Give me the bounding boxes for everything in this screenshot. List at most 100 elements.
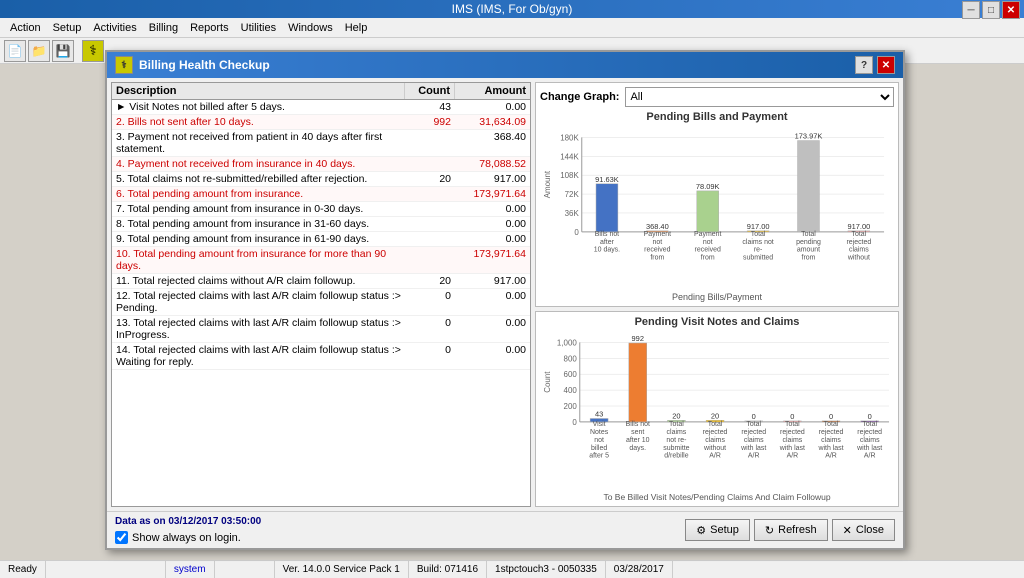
- charts-panel: Change Graph: All Pending Bills Visit No…: [535, 82, 899, 507]
- svg-text:claims: claims: [849, 247, 869, 254]
- dialog-body: Description Count Amount ► Visit Notes n…: [107, 78, 903, 511]
- menu-setup[interactable]: Setup: [47, 18, 88, 37]
- svg-text:Amount: Amount: [543, 170, 552, 198]
- toolbar-btn-4[interactable]: ⚕: [82, 40, 104, 62]
- svg-text:43: 43: [595, 410, 603, 419]
- menu-billing[interactable]: Billing: [143, 18, 184, 37]
- menu-activities[interactable]: Activities: [87, 18, 142, 37]
- status-ready: Ready: [0, 561, 46, 578]
- table-row[interactable]: 9. Total pending amount from insurance i…: [112, 232, 530, 247]
- chart1-svg: 180K144K108K72K36K0Amount91.63KBills not…: [540, 127, 894, 287]
- svg-text:180K: 180K: [560, 133, 579, 142]
- svg-text:rejected: rejected: [846, 239, 871, 246]
- svg-text:108K: 108K: [560, 171, 579, 180]
- table-row[interactable]: 8. Total pending amount from insurance i…: [112, 217, 530, 232]
- table-row[interactable]: ► Visit Notes not billed after 5 days. 4…: [112, 100, 530, 115]
- svg-text:claims: claims: [705, 437, 725, 444]
- menu-utilities[interactable]: Utilities: [235, 18, 282, 37]
- svg-text:20: 20: [711, 411, 719, 420]
- toolbar-btn-2[interactable]: 📁: [28, 40, 50, 62]
- svg-text:claims: claims: [744, 437, 764, 444]
- svg-text:800: 800: [564, 354, 578, 363]
- window-title: IMS (IMS, For Ob/gyn): [452, 2, 573, 16]
- svg-text:claims: claims: [667, 429, 687, 436]
- svg-text:917.00: 917.00: [747, 222, 770, 231]
- menu-reports[interactable]: Reports: [184, 18, 235, 37]
- svg-text:re-: re-: [754, 247, 762, 254]
- svg-text:A/R: A/R: [787, 453, 799, 460]
- svg-text:Total: Total: [708, 421, 723, 428]
- svg-text:91.63K: 91.63K: [595, 175, 619, 184]
- refresh-btn[interactable]: ↻ Refresh: [754, 519, 828, 541]
- minimize-btn[interactable]: ─: [962, 1, 980, 19]
- menu-windows[interactable]: Windows: [282, 18, 339, 37]
- footer-date: Data as on 03/12/2017 03:50:00: [115, 516, 261, 527]
- svg-text:sent: sent: [631, 429, 644, 436]
- svg-text:A/R: A/R: [825, 453, 837, 460]
- svg-text:Total: Total: [746, 421, 761, 428]
- table-row[interactable]: 14. Total rejected claims with last A/R …: [112, 343, 530, 370]
- svg-text:Bills not: Bills not: [595, 231, 619, 238]
- col-count: Count: [405, 83, 455, 99]
- table-row[interactable]: 12. Total rejected claims with last A/R …: [112, 289, 530, 316]
- footer-buttons: ⚙ Setup ↻ Refresh ✕ Close: [685, 519, 895, 541]
- svg-text:0: 0: [572, 418, 577, 427]
- menu-help[interactable]: Help: [339, 18, 374, 37]
- status-version: Ver. 14.0.0 Service Pack 1: [275, 561, 409, 578]
- chart2-container: Pending Visit Notes and Claims 1,0008006…: [535, 311, 899, 507]
- menu-bar: Action Setup Activities Billing Reports …: [0, 18, 1024, 38]
- table-row[interactable]: 7. Total pending amount from insurance i…: [112, 202, 530, 217]
- show-always-checkbox[interactable]: [115, 531, 128, 544]
- svg-text:144K: 144K: [560, 152, 579, 161]
- dialog-close-btn[interactable]: ✕: [877, 56, 895, 74]
- close-icon: ✕: [843, 524, 852, 537]
- svg-text:days.: days.: [629, 445, 646, 452]
- close-window-btn[interactable]: ✕: [1002, 1, 1020, 19]
- setup-btn[interactable]: ⚙ Setup: [685, 519, 750, 541]
- status-build: Build: 071416: [409, 561, 487, 578]
- checkbox-row: Show always on login.: [115, 531, 261, 544]
- table-row[interactable]: 2. Bills not sent after 10 days. 992 31,…: [112, 115, 530, 130]
- dialog-help-btn[interactable]: ?: [855, 56, 873, 74]
- chart1-container: Change Graph: All Pending Bills Visit No…: [535, 82, 899, 307]
- svg-text:0: 0: [868, 412, 872, 421]
- svg-text:from: from: [802, 255, 816, 262]
- close-btn[interactable]: ✕ Close: [832, 519, 895, 541]
- table-row[interactable]: 5. Total claims not re-submitted/rebille…: [112, 172, 530, 187]
- svg-text:submitte: submitte: [663, 445, 689, 452]
- show-always-label: Show always on login.: [132, 532, 241, 544]
- restore-btn[interactable]: □: [982, 1, 1000, 19]
- dialog-icon: ⚕: [115, 56, 133, 74]
- chart2-title: Pending Visit Notes and Claims: [540, 316, 894, 328]
- svg-text:submitted: submitted: [743, 255, 773, 262]
- chart2-svg: 1,0008006004002000Count43VisitNotesnotbi…: [540, 332, 894, 487]
- status-system: system: [166, 561, 215, 578]
- svg-text:not re-: not re-: [666, 437, 686, 444]
- table-row[interactable]: 3. Payment not received from patient in …: [112, 130, 530, 157]
- svg-text:with last: with last: [856, 445, 882, 452]
- table-row[interactable]: 11. Total rejected claims without A/R cl…: [112, 274, 530, 289]
- svg-text:after: after: [600, 239, 615, 246]
- svg-text:with last: with last: [740, 445, 766, 452]
- table-row[interactable]: 10. Total pending amount from insurance …: [112, 247, 530, 274]
- table-row[interactable]: 4. Payment not received from insurance i…: [112, 157, 530, 172]
- change-graph-select[interactable]: All Pending Bills Visit Notes: [625, 87, 894, 107]
- table-row[interactable]: 6. Total pending amount from insurance. …: [112, 187, 530, 202]
- menu-action[interactable]: Action: [4, 18, 47, 37]
- svg-text:78.09K: 78.09K: [696, 182, 720, 191]
- svg-text:claims not: claims not: [742, 239, 773, 246]
- svg-text:368.40: 368.40: [646, 222, 669, 231]
- svg-text:A/R: A/R: [748, 453, 760, 460]
- status-date: 03/28/2017: [606, 561, 673, 578]
- svg-text:Payment: Payment: [694, 231, 722, 238]
- toolbar-btn-1[interactable]: 📄: [4, 40, 26, 62]
- dialog-title-bar: ⚕ Billing Health Checkup ? ✕: [107, 52, 903, 78]
- svg-text:rejected: rejected: [819, 429, 844, 436]
- toolbar-btn-3[interactable]: 💾: [52, 40, 74, 62]
- svg-text:with last: with last: [779, 445, 805, 452]
- dialog-footer: Data as on 03/12/2017 03:50:00 Show alwa…: [107, 511, 903, 548]
- chart1-title: Pending Bills and Payment: [540, 111, 894, 123]
- svg-text:Notes: Notes: [590, 429, 609, 436]
- svg-text:claims: claims: [860, 437, 880, 444]
- table-row[interactable]: 13. Total rejected claims with last A/R …: [112, 316, 530, 343]
